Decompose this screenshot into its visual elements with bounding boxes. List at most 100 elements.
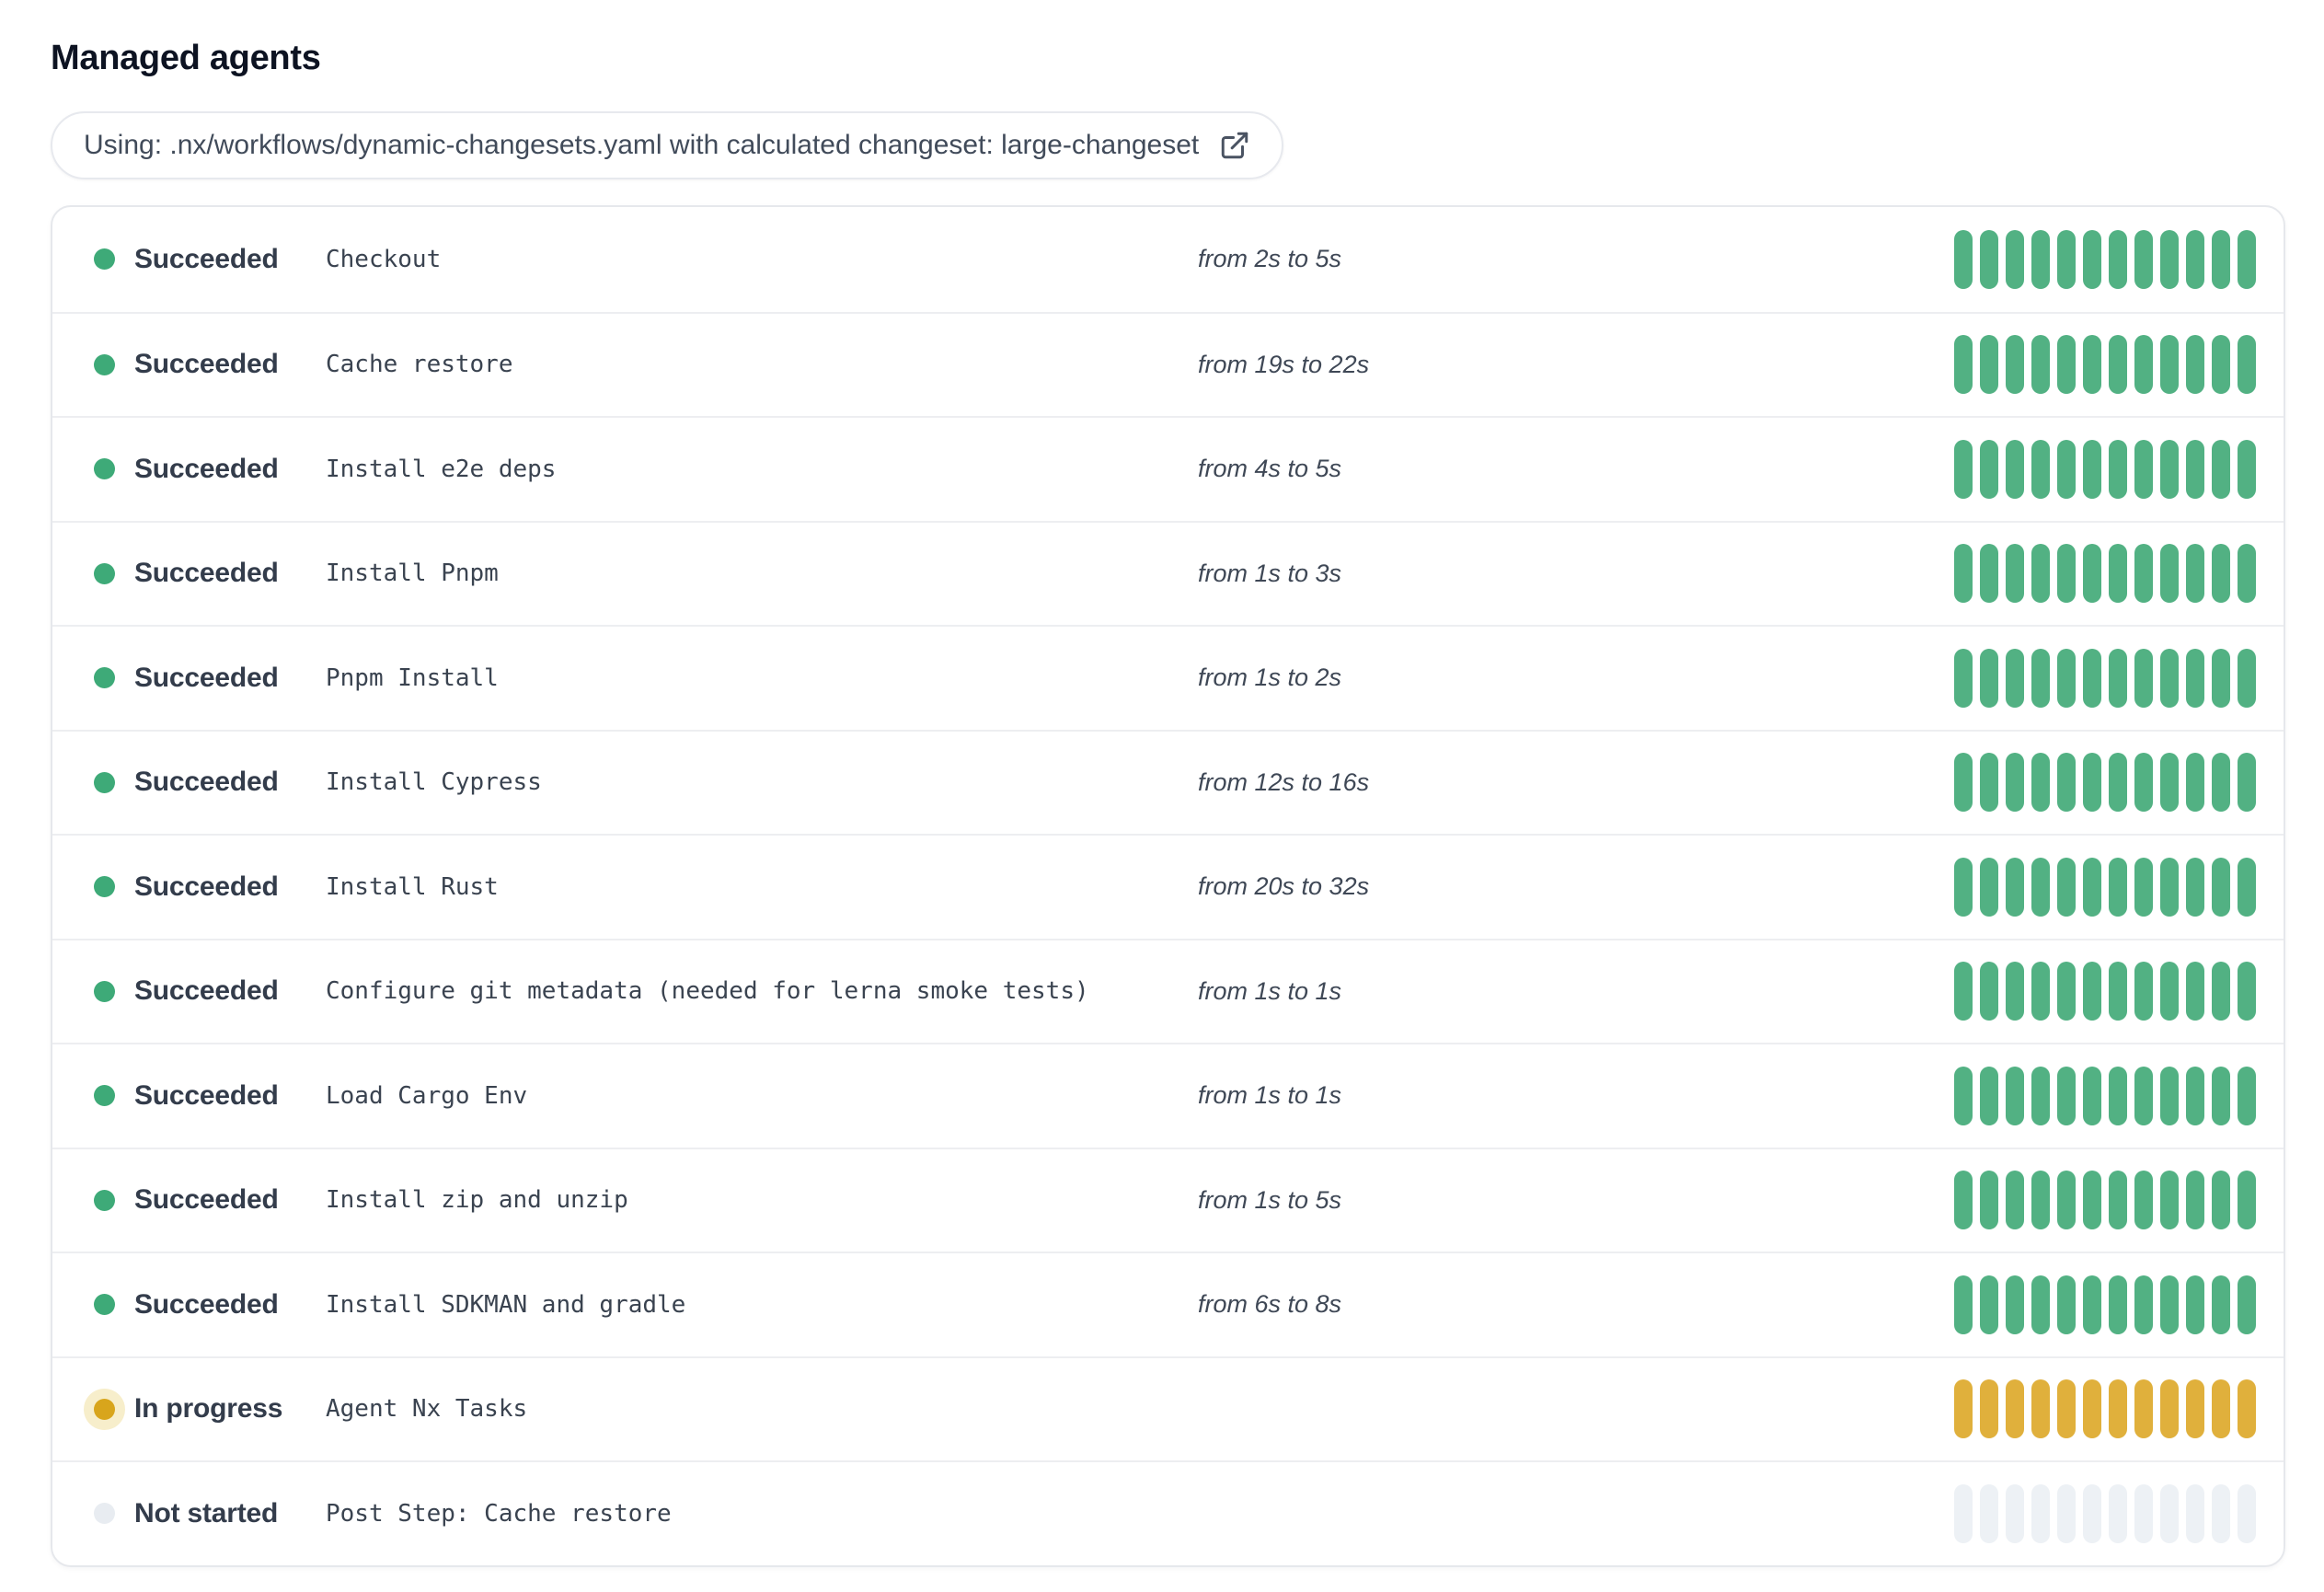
agent-bar-segment bbox=[2109, 962, 2127, 1021]
step-name: Configure git metadata (needed for lerna… bbox=[326, 977, 1089, 1006]
agent-bar-segment bbox=[1954, 229, 1973, 289]
agent-bar-segment bbox=[2031, 962, 2050, 1021]
agent-bar-segment bbox=[2186, 335, 2204, 395]
agent-bar-segment bbox=[2006, 229, 2024, 289]
agent-step-row: Succeeded Load Cargo Env from 1s to 1s bbox=[52, 1043, 2284, 1148]
agent-bar-segment bbox=[2031, 1171, 2050, 1230]
status-cell: Succeeded bbox=[94, 1080, 326, 1112]
agent-progress-bar bbox=[1954, 229, 2256, 289]
agent-bar-segment bbox=[2006, 648, 2024, 708]
agent-bar-segment bbox=[2083, 1275, 2101, 1334]
agent-progress-bar bbox=[1954, 857, 2256, 917]
workflow-link-pill[interactable]: Using: .nx/workflows/dynamic-changesets.… bbox=[51, 111, 1284, 179]
agent-bar-segment bbox=[2238, 544, 2256, 604]
agent-bar-segment bbox=[2160, 1066, 2179, 1125]
agent-bar-segment bbox=[2212, 1275, 2230, 1334]
agent-bar-segment bbox=[1980, 1379, 1998, 1439]
status-cell: Succeeded bbox=[94, 767, 326, 798]
agent-bar-segment bbox=[2134, 229, 2153, 289]
status-cell: Succeeded bbox=[94, 975, 326, 1007]
agent-bar-segment bbox=[2186, 753, 2204, 813]
step-name: Load Cargo Env bbox=[326, 1081, 528, 1110]
agent-progress-bar bbox=[1954, 648, 2256, 708]
agent-bar-segment bbox=[2160, 753, 2179, 813]
agent-bar-segment bbox=[2083, 229, 2101, 289]
agent-progress-bar bbox=[1954, 1483, 2256, 1543]
agent-progress-bar bbox=[1954, 1066, 2256, 1125]
agent-bar-segment bbox=[2006, 335, 2024, 395]
agent-bar-segment bbox=[2031, 1066, 2050, 1125]
agent-step-row: Succeeded Configure git metadata (needed… bbox=[52, 938, 2284, 1044]
status-label: Succeeded bbox=[134, 349, 279, 380]
agent-bar-segment bbox=[2134, 1483, 2153, 1543]
agent-bar-segment bbox=[2109, 753, 2127, 813]
step-name: Pnpm Install bbox=[326, 663, 499, 692]
agent-bar-segment bbox=[2006, 1379, 2024, 1439]
agent-bar-segment bbox=[2134, 648, 2153, 708]
agent-bar-segment bbox=[2134, 439, 2153, 499]
agent-bar-segment bbox=[1954, 1379, 1973, 1439]
step-duration: from 19s to 22s bbox=[1198, 350, 1370, 378]
agent-bar-segment bbox=[2057, 1171, 2076, 1230]
agent-bar-segment bbox=[2238, 229, 2256, 289]
agent-bar-segment bbox=[2109, 335, 2127, 395]
agent-bar-segment bbox=[1980, 439, 1998, 499]
status-dot bbox=[94, 980, 115, 1002]
agent-bar-segment bbox=[2238, 1379, 2256, 1439]
agent-bar-segment bbox=[1980, 962, 1998, 1021]
agent-bar-segment bbox=[2006, 544, 2024, 604]
agent-step-row: Succeeded Install Pnpm from 1s to 3s bbox=[52, 520, 2284, 626]
agent-progress-bar bbox=[1954, 335, 2256, 395]
agent-bar-segment bbox=[2238, 857, 2256, 917]
step-name: Checkout bbox=[326, 245, 442, 273]
agent-bar-segment bbox=[1954, 544, 1973, 604]
agent-bar-segment bbox=[2160, 544, 2179, 604]
agent-bar-segment bbox=[2212, 1066, 2230, 1125]
step-duration: from 1s to 2s bbox=[1198, 663, 1342, 692]
agent-bar-segment bbox=[2109, 1171, 2127, 1230]
step-name: Install SDKMAN and gradle bbox=[326, 1290, 686, 1319]
agent-bar-segment bbox=[2238, 648, 2256, 708]
agent-bar-segment bbox=[2083, 857, 2101, 917]
agent-bar-segment bbox=[1980, 1275, 1998, 1334]
agent-bar-segment bbox=[2109, 544, 2127, 604]
managed-agents-page: Managed agents Using: .nx/workflows/dyna… bbox=[0, 0, 2324, 1567]
agent-bar-segment bbox=[2057, 439, 2076, 499]
step-duration: from 12s to 16s bbox=[1198, 767, 1370, 796]
agent-bar-segment bbox=[2238, 1483, 2256, 1543]
status-cell: Succeeded bbox=[94, 1289, 326, 1321]
status-label: Not started bbox=[134, 1497, 279, 1529]
agent-bar-segment bbox=[2160, 1483, 2179, 1543]
agent-bar-segment bbox=[2212, 753, 2230, 813]
agent-bar-segment bbox=[2109, 648, 2127, 708]
agent-progress-bar bbox=[1954, 753, 2256, 813]
agent-bar-segment bbox=[2238, 1066, 2256, 1125]
agent-bar-segment bbox=[2057, 1379, 2076, 1439]
agent-bar-segment bbox=[2212, 1171, 2230, 1230]
agent-bar-segment bbox=[2186, 1275, 2204, 1334]
agent-bar-segment bbox=[2109, 857, 2127, 917]
step-duration: from 1s to 1s bbox=[1198, 976, 1342, 1005]
agent-bar-segment bbox=[2031, 648, 2050, 708]
agent-bar-segment bbox=[2186, 229, 2204, 289]
status-label: Succeeded bbox=[134, 243, 279, 274]
status-dot bbox=[94, 1398, 115, 1420]
agent-bar-segment bbox=[2238, 962, 2256, 1021]
agent-bar-segment bbox=[2238, 439, 2256, 499]
step-name: Install Pnpm bbox=[326, 560, 499, 588]
agent-bar-segment bbox=[2212, 857, 2230, 917]
agent-progress-bar bbox=[1954, 962, 2256, 1021]
agent-bar-segment bbox=[2083, 335, 2101, 395]
agent-progress-bar bbox=[1954, 544, 2256, 604]
agent-bar-segment bbox=[2134, 335, 2153, 395]
agent-bar-segment bbox=[2160, 229, 2179, 289]
agent-bar-segment bbox=[2134, 857, 2153, 917]
agent-bar-segment bbox=[1954, 753, 1973, 813]
agent-bar-segment bbox=[2057, 1275, 2076, 1334]
status-dot bbox=[94, 1189, 115, 1211]
agent-bar-segment bbox=[2160, 648, 2179, 708]
agent-bar-segment bbox=[2212, 335, 2230, 395]
agent-bar-segment bbox=[2083, 1066, 2101, 1125]
agent-bar-segment bbox=[2160, 1171, 2179, 1230]
agent-bar-segment bbox=[2006, 1171, 2024, 1230]
